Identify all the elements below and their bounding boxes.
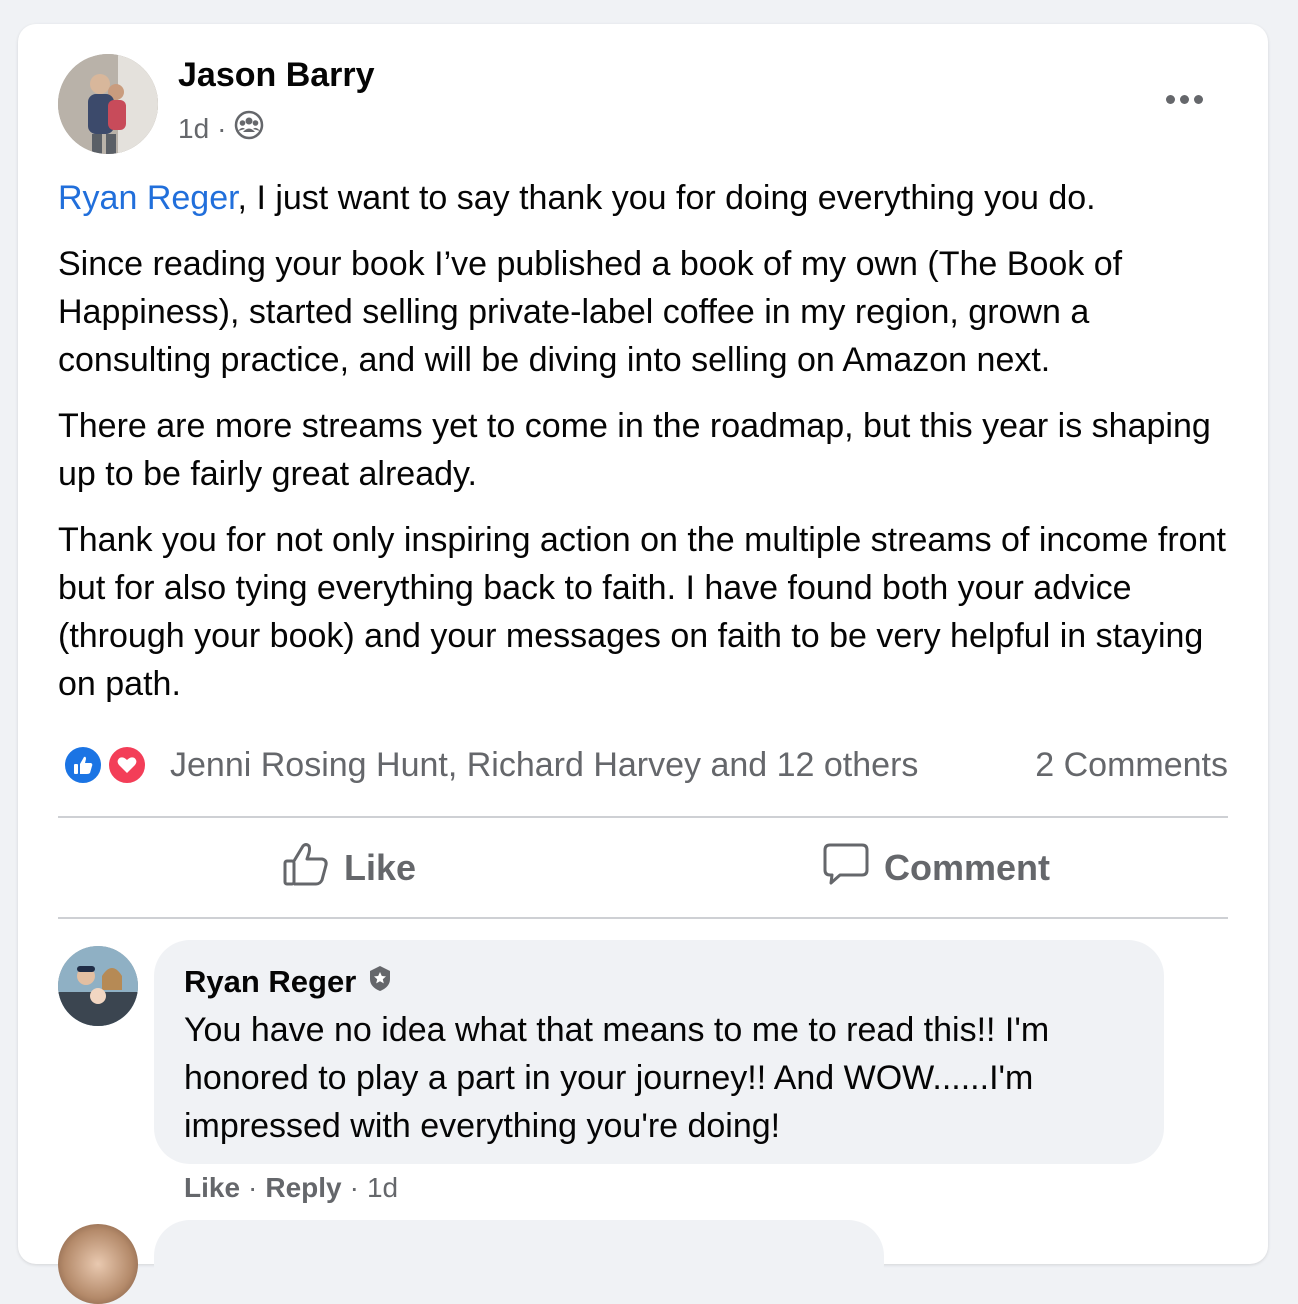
like-reaction-icon [62,744,104,786]
next-commenter-avatar[interactable] [58,1224,138,1304]
divider-bottom [58,917,1228,919]
post-card: Jason Barry 1d · Ryan Reger, I just want… [18,24,1268,1304]
reaction-icons[interactable] [62,742,156,788]
post-paragraph-4: Thank you for not only inspiring action … [58,521,1226,703]
meta-separator: · [217,112,227,144]
next-comment-bubble [154,1220,884,1300]
commenter-avatar-photo [58,946,138,1026]
ellipsis-icon-dot [1179,94,1189,104]
thumbs-up-icon [282,841,330,896]
ellipsis-icon-dot [1165,94,1175,104]
post-paragraph-3: There are more streams yet to come in th… [58,407,1211,493]
admin-badge-icon [366,964,394,1000]
comment-bubble: Ryan Reger You have no idea what that me… [154,940,1164,1164]
reaction-names[interactable]: Jenni Rosing Hunt, Richard Harvey and 12… [170,746,918,785]
comment-text: You have no idea what that means to me t… [184,1011,1050,1145]
like-button[interactable]: Like [282,836,416,900]
comments-count[interactable]: 2 Comments [1035,746,1228,785]
comment-author-name: Ryan Reger [184,964,357,999]
comment-actions-separator: · [349,1172,359,1203]
ellipsis-icon-dot [1193,94,1203,104]
comment-actions: Like · Reply · 1d [184,1172,398,1204]
group-icon[interactable] [234,110,264,147]
mention-link[interactable]: Ryan Reger [58,179,238,217]
comment-button[interactable]: Comment [822,836,1050,900]
divider-top [58,816,1228,818]
author-avatar[interactable] [58,54,158,154]
love-reaction-icon [106,744,148,786]
post-paragraph-2: Since reading your book I’ve published a… [58,245,1123,379]
comment-reply-link[interactable]: Reply [265,1172,341,1204]
comment-button-label: Comment [884,847,1051,888]
commenter-avatar[interactable] [58,946,138,1026]
avatar-photo [58,54,158,154]
like-button-label: Like [344,847,417,888]
post-line-1-text: , I just want to say thank you for doing… [237,179,1096,217]
more-options-button[interactable] [1160,84,1208,114]
post-time[interactable]: 1d [178,113,209,145]
reactions-summary: Jenni Rosing Hunt, Richard Harvey and 12… [62,742,1228,788]
post-meta: 1d · [178,110,264,147]
post-paragraph-1: Ryan Reger, I just want to say thank you… [58,174,1238,222]
comment-time[interactable]: 1d [367,1172,398,1204]
comment-author[interactable]: Ryan Reger [184,964,394,1000]
post-body: Ryan Reger, I just want to say thank you… [58,174,1238,726]
comment-like-link[interactable]: Like [184,1172,240,1204]
comment-actions-separator: · [248,1172,258,1203]
speech-bubble-icon [822,841,870,896]
post-author-name[interactable]: Jason Barry [178,56,375,95]
